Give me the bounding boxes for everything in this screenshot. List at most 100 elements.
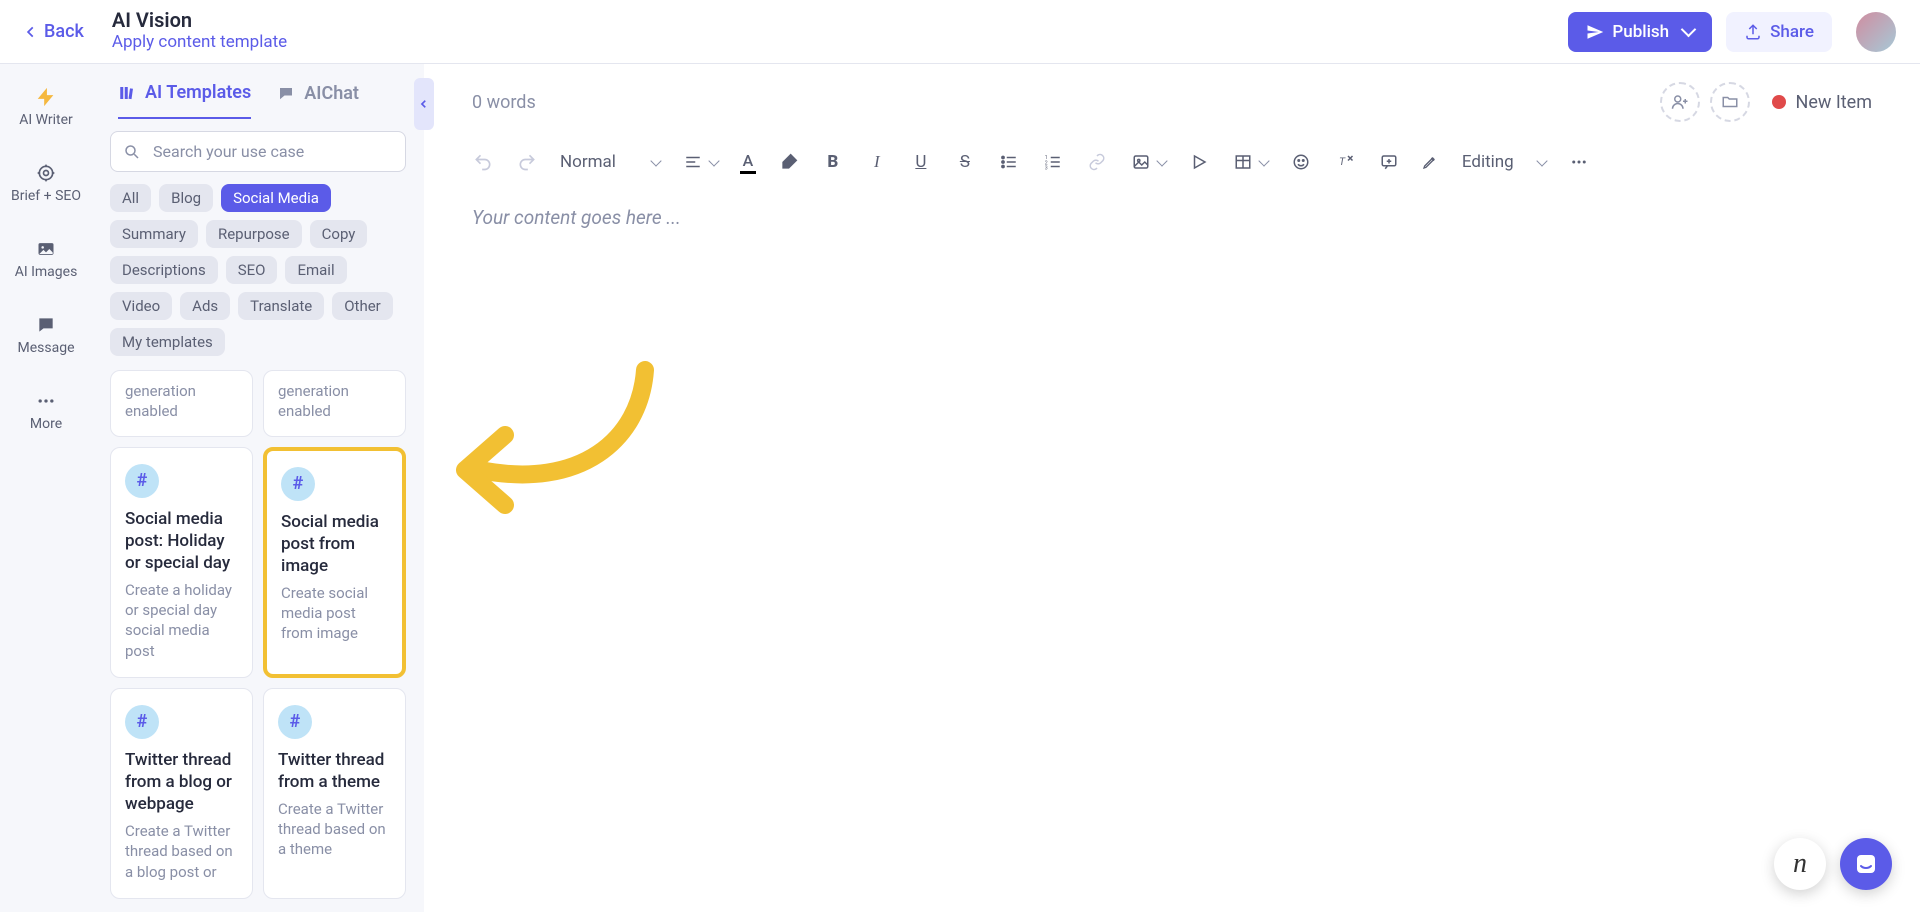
folder-icon: [1721, 93, 1739, 111]
search-icon: [123, 143, 141, 161]
chip-ads[interactable]: Ads: [180, 292, 230, 320]
upload-icon: [1744, 23, 1762, 41]
nav-message[interactable]: Message: [0, 308, 92, 362]
chip-my-templates[interactable]: My templates: [110, 328, 225, 356]
nav-label: AI Writer: [19, 112, 73, 128]
chip-other[interactable]: Other: [332, 292, 393, 320]
bold-button[interactable]: B: [822, 151, 844, 173]
chevron-down-icon: [1258, 155, 1269, 166]
share-label: Share: [1770, 22, 1814, 42]
user-avatar[interactable]: [1856, 12, 1896, 52]
strikethrough-button[interactable]: S: [954, 151, 976, 173]
nav-label: Brief + SEO: [11, 188, 81, 204]
nav-more[interactable]: More: [0, 384, 92, 438]
undo-icon: [473, 152, 493, 172]
title-block: AI Vision Apply content template: [112, 9, 287, 53]
template-card-twitter-blog[interactable]: # Twitter thread from a blog or webpage …: [110, 688, 253, 899]
template-card-twitter-theme[interactable]: # Twitter thread from a theme Create a T…: [263, 688, 406, 899]
align-button[interactable]: [682, 151, 704, 173]
play-icon: [1190, 153, 1208, 171]
target-icon: [35, 162, 57, 184]
page-title: AI Vision: [112, 9, 287, 31]
numbered-list-button[interactable]: 123: [1042, 151, 1064, 173]
collapse-sidebar-button[interactable]: [414, 78, 434, 130]
card-desc: generation enabled: [125, 381, 238, 422]
chip-all[interactable]: All: [110, 184, 151, 212]
chip-seo[interactable]: SEO: [226, 256, 278, 284]
publish-label: Publish: [1612, 22, 1669, 42]
comment-button[interactable]: [1378, 151, 1400, 173]
chevron-down-icon: [1681, 22, 1697, 38]
user-plus-icon: [1671, 93, 1689, 111]
chevron-down-icon: [650, 155, 661, 166]
more-button[interactable]: [1568, 151, 1590, 173]
nav-ai-images[interactable]: AI Images: [0, 232, 92, 286]
chevron-down-icon: [708, 155, 719, 166]
share-button[interactable]: Share: [1726, 12, 1832, 52]
status-dot: [1772, 95, 1786, 109]
add-user-button[interactable]: [1660, 82, 1700, 122]
chip-blog[interactable]: Blog: [159, 184, 213, 212]
chip-email[interactable]: Email: [285, 256, 346, 284]
search-input[interactable]: [153, 142, 393, 161]
text-color-button[interactable]: A: [740, 151, 756, 174]
chip-translate[interactable]: Translate: [238, 292, 324, 320]
emoji-button[interactable]: [1290, 151, 1312, 173]
tab-ai-chat[interactable]: AIChat: [277, 82, 359, 119]
style-select[interactable]: Normal: [560, 152, 660, 172]
redo-icon: [517, 152, 537, 172]
top-bar: Back AI Vision Apply content template Pu…: [0, 0, 1920, 64]
video-button[interactable]: [1188, 151, 1210, 173]
publish-button[interactable]: Publish: [1568, 12, 1712, 52]
new-item-indicator[interactable]: New Item: [1772, 92, 1873, 113]
chat-icon: [277, 85, 295, 103]
text-a-icon: A: [743, 151, 754, 170]
template-card[interactable]: generation enabled: [110, 370, 253, 437]
chip-copy[interactable]: Copy: [310, 220, 368, 248]
template-card-from-image[interactable]: # Social media post from image Create so…: [263, 447, 406, 678]
numbered-list-icon: 123: [1044, 153, 1062, 171]
nav-ai-writer[interactable]: AI Writer: [0, 80, 92, 134]
chat-fab[interactable]: [1840, 838, 1892, 890]
bolt-icon: [35, 86, 57, 108]
bullet-list-button[interactable]: [998, 151, 1020, 173]
card-title: Twitter thread from a blog or webpage: [125, 749, 238, 815]
clear-format-button[interactable]: T: [1334, 151, 1356, 173]
page-subtitle-link[interactable]: Apply content template: [112, 31, 287, 53]
italic-button[interactable]: I: [866, 151, 888, 173]
mode-select[interactable]: Editing: [1422, 152, 1546, 172]
chip-summary[interactable]: Summary: [110, 220, 198, 248]
search-input-wrap[interactable]: [110, 131, 406, 172]
templates-list[interactable]: generation enabled generation enabled # …: [110, 370, 412, 912]
template-card[interactable]: generation enabled: [263, 370, 406, 437]
highlight-button[interactable]: [778, 151, 800, 173]
redo-button[interactable]: [516, 151, 538, 173]
chip-video[interactable]: Video: [110, 292, 172, 320]
template-card-holiday[interactable]: # Social media post: Holiday or special …: [110, 447, 253, 678]
hash-icon: #: [125, 705, 159, 739]
tab-ai-templates[interactable]: AI Templates: [118, 82, 251, 119]
card-desc: Create social media post from image: [281, 583, 388, 644]
image-insert-button[interactable]: [1130, 151, 1152, 173]
table-button[interactable]: [1232, 151, 1254, 173]
clear-format-icon: T: [1336, 153, 1354, 171]
back-label: Back: [44, 21, 84, 42]
nav-brief-seo[interactable]: Brief + SEO: [0, 156, 92, 210]
nav-label: AI Images: [15, 264, 78, 280]
link-button[interactable]: [1086, 151, 1108, 173]
chip-social-media[interactable]: Social Media: [221, 184, 331, 212]
card-title: Twitter thread from a theme: [278, 749, 391, 793]
nav-label: More: [30, 416, 62, 432]
back-button[interactable]: Back: [24, 21, 84, 42]
chip-descriptions[interactable]: Descriptions: [110, 256, 218, 284]
underline-button[interactable]: U: [910, 151, 932, 173]
hash-icon: #: [278, 705, 312, 739]
add-media-button[interactable]: [1710, 82, 1750, 122]
help-notes-fab[interactable]: n: [1774, 838, 1826, 890]
chip-repurpose[interactable]: Repurpose: [206, 220, 302, 248]
image-icon: [35, 238, 57, 260]
editor-placeholder[interactable]: Your content goes here ...: [472, 206, 1872, 229]
nav-label: Message: [18, 340, 75, 356]
undo-button[interactable]: [472, 151, 494, 173]
svg-text:3: 3: [1045, 166, 1048, 172]
